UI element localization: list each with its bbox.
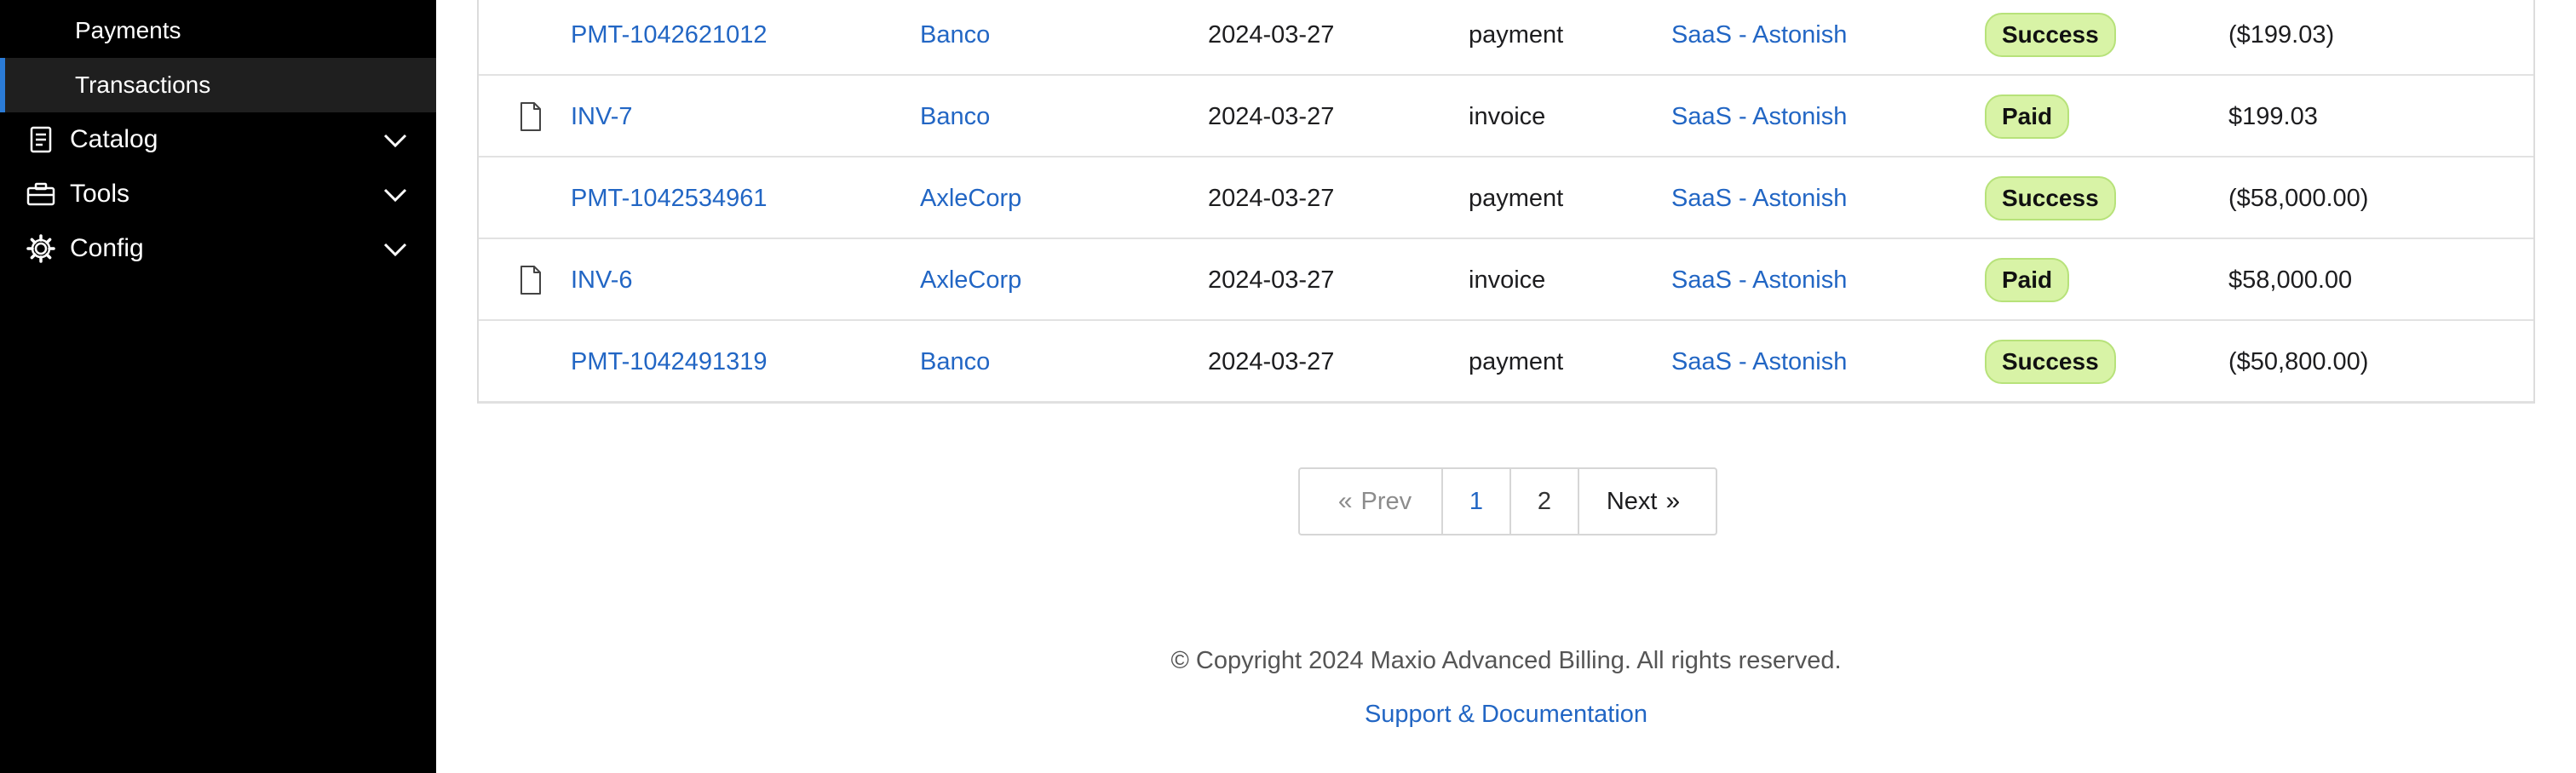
chevron-down-icon: [383, 243, 407, 257]
status-badge: Success: [1985, 176, 2116, 220]
sidebar-section-label: Catalog: [70, 125, 158, 153]
transaction-date: 2024-03-27: [1208, 266, 1335, 294]
transaction-type: payment: [1469, 20, 1564, 49]
table-row: PMT-1042621012 Banco 2024-03-27 payment SaaS…: [479, 0, 2533, 76]
status-badge: Paid: [1985, 258, 2070, 302]
sidebar-section-label: Config: [70, 234, 144, 262]
transaction-id-link[interactable]: INV-7: [571, 76, 633, 157]
sidebar-item-label: Payments: [75, 17, 181, 43]
transaction-amount: ($199.03): [2228, 20, 2335, 49]
transaction-id-link[interactable]: PMT-1042491319: [571, 321, 768, 403]
support-link-label: Support & Documentation: [1364, 701, 1648, 728]
receipt-icon: [26, 124, 56, 155]
customer-link[interactable]: Banco: [920, 76, 990, 157]
status-cell: Paid: [1985, 76, 2070, 157]
footer-copyright: © Copyright 2024 Maxio Advanced Billing.…: [1170, 647, 1842, 674]
page-button-2[interactable]: 2: [1509, 469, 1578, 534]
status-cell: Success: [1985, 157, 2116, 239]
status-cell: Success: [1985, 0, 2116, 76]
briefcase-icon: [26, 179, 56, 209]
sidebar-item-payments[interactable]: Payments: [0, 3, 436, 58]
next-page-button[interactable]: Next »: [1578, 469, 1716, 534]
transaction-amount: $199.03: [2228, 102, 2318, 130]
document-icon[interactable]: [518, 265, 543, 295]
transaction-type: invoice: [1469, 102, 1546, 130]
sidebar-item-label: Transactions: [75, 72, 211, 98]
status-badge: Success: [1985, 340, 2116, 384]
customer-link[interactable]: AxleCorp: [920, 157, 1021, 239]
sidebar-section-label: Tools: [70, 180, 130, 208]
transaction-type: payment: [1469, 184, 1564, 212]
transactions-table: PMT-1042621012 Banco 2024-03-27 payment SaaS…: [477, 0, 2535, 404]
chevron-down-icon: [383, 188, 407, 203]
transaction-date: 2024-03-27: [1208, 184, 1335, 212]
transaction-date: 2024-03-27: [1208, 20, 1335, 49]
customer-link[interactable]: Banco: [920, 321, 990, 403]
table-row: INV-6 AxleCorp 2024-03-27 invoice SaaS - Ast…: [479, 239, 2533, 321]
customer-link[interactable]: Banco: [920, 0, 990, 76]
table-row: PMT-1042491319 Banco 2024-03-27 payment SaaS…: [479, 321, 2533, 403]
table-row: PMT-1042534961 AxleCorp 2024-03-27 payment S…: [479, 157, 2533, 239]
table-row: INV-7 Banco 2024-03-27 invoice SaaS - Astoni…: [479, 76, 2533, 157]
customer-link[interactable]: AxleCorp: [920, 239, 1021, 321]
next-page-label: Next: [1606, 487, 1658, 515]
transaction-amount: ($50,800.00): [2228, 347, 2369, 375]
support-documentation-link[interactable]: Support & Documentation: [436, 701, 2576, 729]
transaction-id-link[interactable]: PMT-1042534961: [571, 157, 768, 239]
transaction-type: payment: [1469, 347, 1564, 375]
transaction-amount: ($58,000.00): [2228, 184, 2369, 212]
pagination: « Prev 1 2 Next »: [1298, 467, 1717, 535]
transaction-date: 2024-03-27: [1208, 347, 1335, 375]
status-badge: Success: [1985, 13, 2116, 57]
sidebar: Payments Transactions Catalog Tools Conf…: [0, 0, 436, 773]
gear-icon: [26, 233, 56, 264]
status-cell: Paid: [1985, 239, 2070, 321]
transaction-id-link[interactable]: INV-6: [571, 239, 633, 321]
transaction-type: invoice: [1469, 266, 1546, 294]
site-link[interactable]: SaaS - Astonish: [1671, 321, 1847, 403]
status-cell: Success: [1985, 321, 2116, 403]
chevron-down-icon: [383, 134, 407, 148]
sidebar-section-config[interactable]: Config: [0, 221, 436, 276]
double-chevron-left-icon: «: [1337, 487, 1353, 515]
prev-page-label: Prev: [1360, 487, 1412, 515]
sidebar-section-catalog[interactable]: Catalog: [0, 112, 436, 167]
site-link[interactable]: SaaS - Astonish: [1671, 157, 1847, 239]
site-link[interactable]: SaaS - Astonish: [1671, 76, 1847, 157]
transaction-id-link[interactable]: PMT-1042621012: [571, 0, 768, 76]
site-link[interactable]: SaaS - Astonish: [1671, 239, 1847, 321]
page-button-1[interactable]: 1: [1441, 469, 1509, 534]
document-icon[interactable]: [518, 101, 543, 132]
sidebar-section-tools[interactable]: Tools: [0, 167, 436, 221]
transaction-date: 2024-03-27: [1208, 102, 1335, 130]
status-badge: Paid: [1985, 94, 2070, 139]
double-chevron-right-icon: »: [1665, 487, 1681, 515]
site-link[interactable]: SaaS - Astonish: [1671, 0, 1847, 76]
prev-page-button[interactable]: « Prev: [1300, 469, 1441, 534]
transaction-amount: $58,000.00: [2228, 266, 2353, 294]
sidebar-item-transactions[interactable]: Transactions: [0, 58, 436, 112]
